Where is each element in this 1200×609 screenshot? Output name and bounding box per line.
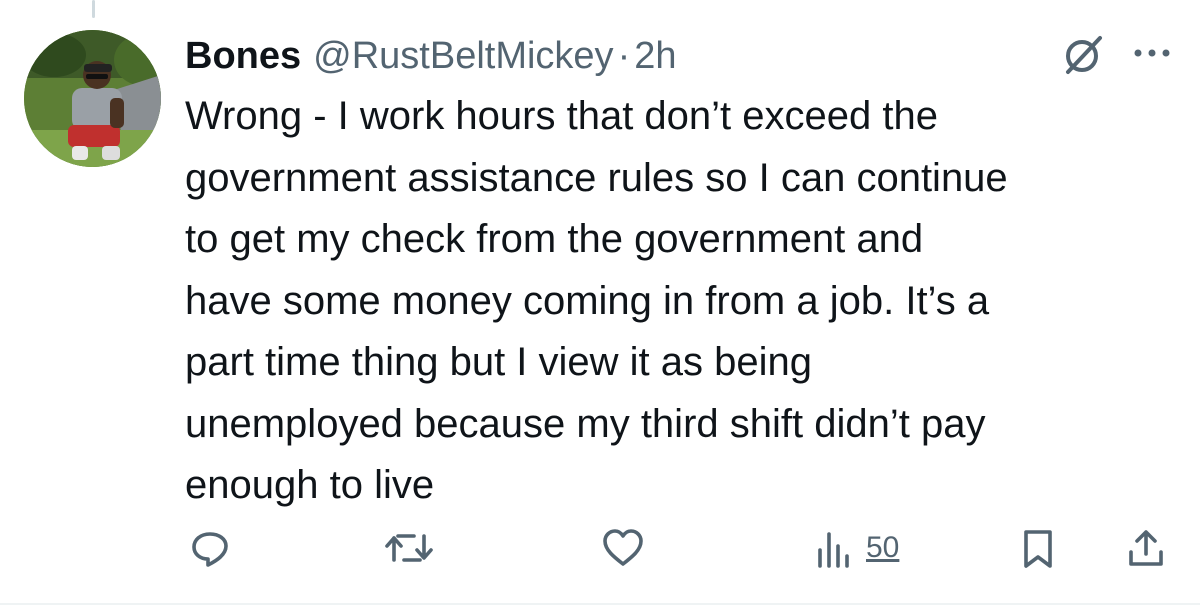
- retweet-button[interactable]: [384, 520, 434, 576]
- more-icon[interactable]: [1130, 38, 1174, 68]
- views-icon: [814, 526, 856, 570]
- reply-button[interactable]: [188, 520, 232, 576]
- avatar[interactable]: [24, 30, 161, 167]
- retweet-icon: [384, 526, 434, 570]
- tweet[interactable]: Bones @RustBeltMickey · 2h Wrong - I wor…: [0, 0, 1200, 603]
- share-icon: [1124, 526, 1168, 570]
- views-button[interactable]: 50: [814, 520, 899, 576]
- bookmark-button[interactable]: [1018, 520, 1058, 576]
- tweet-header: Bones @RustBeltMickey · 2h: [185, 28, 677, 84]
- heart-icon: [600, 526, 646, 570]
- reply-icon: [188, 526, 232, 570]
- like-button[interactable]: [600, 520, 646, 576]
- grok-icon[interactable]: [1062, 34, 1104, 76]
- bookmark-icon: [1018, 526, 1058, 570]
- views-count[interactable]: 50: [866, 531, 899, 565]
- author-handle[interactable]: @RustBeltMickey: [313, 28, 613, 84]
- tweet-divider: [0, 603, 1200, 605]
- timestamp[interactable]: 2h: [634, 28, 676, 84]
- tweet-text: Wrong - I work hours that don’t exceed t…: [185, 94, 1008, 507]
- author-name[interactable]: Bones: [185, 28, 301, 84]
- share-button[interactable]: [1124, 520, 1168, 576]
- separator-dot: ·: [617, 35, 631, 77]
- action-bar: 50: [0, 520, 1200, 576]
